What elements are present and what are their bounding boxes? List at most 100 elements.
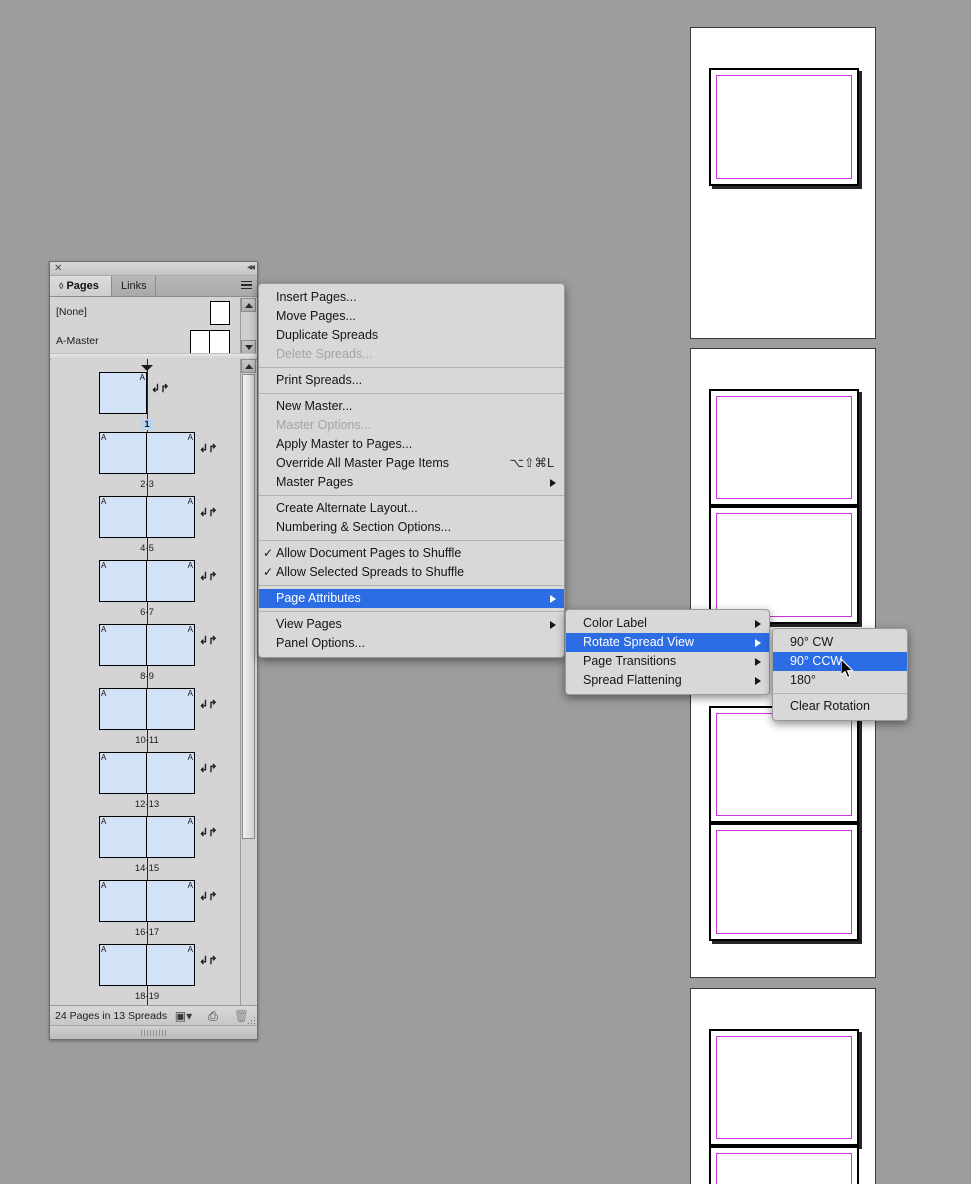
page-number-label: 12-13 (134, 799, 160, 810)
close-icon[interactable]: ✕ (54, 263, 62, 274)
document-page[interactable] (709, 389, 859, 506)
margin-guide (716, 1153, 852, 1184)
menu-item-master-options: Master Options... (259, 416, 564, 435)
menu-item-panel-options[interactable]: Panel Options... (259, 634, 564, 653)
menu-item-allow-selected-spreads-to-shuffle[interactable]: ✓ Allow Selected Spreads to Shuffle (259, 563, 564, 582)
menu-item-print-spreads[interactable]: Print Spreads... (259, 371, 564, 390)
menu-item-numbering-section-options[interactable]: Numbering & Section Options... (259, 518, 564, 537)
document-page[interactable] (709, 706, 859, 823)
document-page[interactable] (709, 1029, 859, 1146)
menu-item-create-alternate-layout[interactable]: Create Alternate Layout... (259, 499, 564, 518)
menu-item-move-pages[interactable]: Move Pages... (259, 307, 564, 326)
chevron-down-icon (244, 344, 253, 350)
chevron-up-icon (244, 363, 253, 369)
menu-item-rotate-180[interactable]: 180° (773, 671, 907, 690)
menu-item-master-pages[interactable]: Master Pages (259, 473, 564, 492)
page-thumbnail[interactable]: A (99, 688, 147, 730)
edit-page-size-icon[interactable]: ▣▾ (175, 1010, 192, 1022)
page-thumbnail[interactable]: A (99, 432, 147, 474)
master-letter: A (101, 945, 107, 954)
menu-item-spread-flattening[interactable]: Spread Flattening (566, 671, 769, 690)
panel-footer-grip[interactable] (50, 1025, 257, 1039)
spread-item[interactable]: A ↲↱ 1 (51, 365, 243, 432)
pages-panel-context-menu[interactable]: Insert Pages... Move Pages... Duplicate … (258, 283, 565, 658)
tab-links[interactable]: Links (112, 276, 156, 296)
page-thumbnail[interactable]: A (147, 496, 195, 538)
page-thumbnail[interactable]: A (147, 432, 195, 474)
page-thumbnail[interactable]: A (99, 944, 147, 986)
menu-separator (259, 393, 564, 394)
page-thumbnail[interactable]: A (147, 624, 195, 666)
menu-item-page-attributes[interactable]: Page Attributes (259, 589, 564, 608)
page-thumbnail[interactable]: A (99, 816, 147, 858)
menu-item-label: Spread Flattening (583, 673, 682, 687)
spread-item[interactable]: A A ↲↱ 18-19 (51, 944, 243, 1004)
page-attributes-submenu[interactable]: Color Label Rotate Spread View Page Tran… (565, 609, 770, 695)
spread-item[interactable]: A A ↲↱ 12-13 (51, 752, 243, 812)
menu-item-allow-document-pages-to-shuffle[interactable]: ✓ Allow Document Pages to Shuffle (259, 544, 564, 563)
menu-item-view-pages[interactable]: View Pages (259, 615, 564, 634)
pages-scroll-up-button[interactable] (241, 359, 256, 373)
spread-item[interactable]: A A ↲↱ 4-5 (51, 496, 243, 556)
collapse-panel-icon[interactable]: ◂◂ (247, 262, 255, 274)
pages-scrollbar[interactable] (240, 359, 256, 1021)
document-page[interactable] (709, 506, 859, 624)
page-thumbnail[interactable]: A (99, 496, 147, 538)
page-thumbnail[interactable]: A (147, 560, 195, 602)
masters-scroll-up-button[interactable] (241, 298, 256, 312)
tab-pages[interactable]: ◊ Pages (50, 276, 112, 296)
menu-item-insert-pages[interactable]: Insert Pages... (259, 288, 564, 307)
document-spread[interactable] (690, 988, 876, 1184)
rotate-spread-view-submenu[interactable]: 90° CW 90° CCW 180° Clear Rotation (772, 628, 908, 721)
menu-item-color-label[interactable]: Color Label (566, 614, 769, 633)
menu-item-clear-rotation[interactable]: Clear Rotation (773, 697, 907, 716)
margin-guide (716, 396, 852, 499)
menu-item-label: Duplicate Spreads (276, 328, 379, 342)
spread-item[interactable]: A A ↲↱ 14-15 (51, 816, 243, 876)
menu-item-rotate-90-cw[interactable]: 90° CW (773, 633, 907, 652)
menu-item-shortcut: ⌥⇧⌘L (509, 456, 554, 470)
page-thumbnail[interactable]: A (99, 880, 147, 922)
page-thumbnail[interactable]: A (147, 688, 195, 730)
page-thumbnail[interactable]: A (147, 944, 195, 986)
master-row-none[interactable]: [None] (50, 297, 257, 326)
spread-item[interactable]: A A ↲↱ 16-17 (51, 880, 243, 940)
master-thumbnail (210, 301, 230, 325)
master-letter: A (101, 753, 107, 762)
document-spread[interactable] (690, 27, 876, 339)
page-thumbnail[interactable]: A (99, 372, 147, 414)
menu-item-page-transitions[interactable]: Page Transitions (566, 652, 769, 671)
create-new-page-icon[interactable]: ⎙ (208, 1010, 218, 1022)
spread-item[interactable]: A A ↲↱ 2-3 (51, 432, 243, 492)
spread-item[interactable]: A A ↲↱ 8-9 (51, 624, 243, 684)
document-page[interactable] (709, 68, 859, 186)
document-page[interactable] (709, 1146, 859, 1184)
menu-item-label: Override All Master Page Items (276, 456, 449, 470)
pages-list[interactable]: A ↲↱ 1 A A ↲↱ 2-3 A A ↲↱ 4-5 A A ↲↱ 6-7 … (51, 359, 243, 1021)
masters-scrollbar[interactable] (240, 298, 256, 354)
pages-panel[interactable]: ✕ ◂◂ ◊ Pages Links [None] A-Master A ↲↱ … (49, 261, 258, 1040)
menu-item-apply-master-to-pages[interactable]: Apply Master to Pages... (259, 435, 564, 454)
page-thumbnail[interactable]: A (147, 752, 195, 794)
pages-scroll-thumb[interactable] (242, 374, 255, 839)
menu-item-duplicate-spreads[interactable]: Duplicate Spreads (259, 326, 564, 345)
master-row-a-master[interactable]: A-Master (50, 326, 257, 355)
menu-item-rotate-90-ccw[interactable]: 90° CCW (773, 652, 907, 671)
page-thumbnail[interactable]: A (147, 880, 195, 922)
masters-scroll-down-button[interactable] (241, 340, 256, 354)
page-thumbnail[interactable]: A (147, 816, 195, 858)
menu-item-override-all-master-page-items[interactable]: Override All Master Page Items ⌥⇧⌘L (259, 454, 564, 473)
panel-menu-icon[interactable] (238, 279, 254, 293)
resize-grip[interactable] (246, 1015, 255, 1024)
spread-item[interactable]: A A ↲↱ 6-7 (51, 560, 243, 620)
spread-item[interactable]: A A ↲↱ 10-11 (51, 688, 243, 748)
menu-item-new-master[interactable]: New Master... (259, 397, 564, 416)
menu-item-label: Page Transitions (583, 654, 677, 668)
page-thumbnail[interactable]: A (99, 752, 147, 794)
tab-pages-label: Pages (66, 280, 99, 292)
document-page[interactable] (709, 823, 859, 941)
menu-item-rotate-spread-view[interactable]: Rotate Spread View (566, 633, 769, 652)
page-thumbnail[interactable]: A (99, 624, 147, 666)
page-thumbnail[interactable]: A (99, 560, 147, 602)
menu-item-label: Insert Pages... (276, 290, 357, 304)
